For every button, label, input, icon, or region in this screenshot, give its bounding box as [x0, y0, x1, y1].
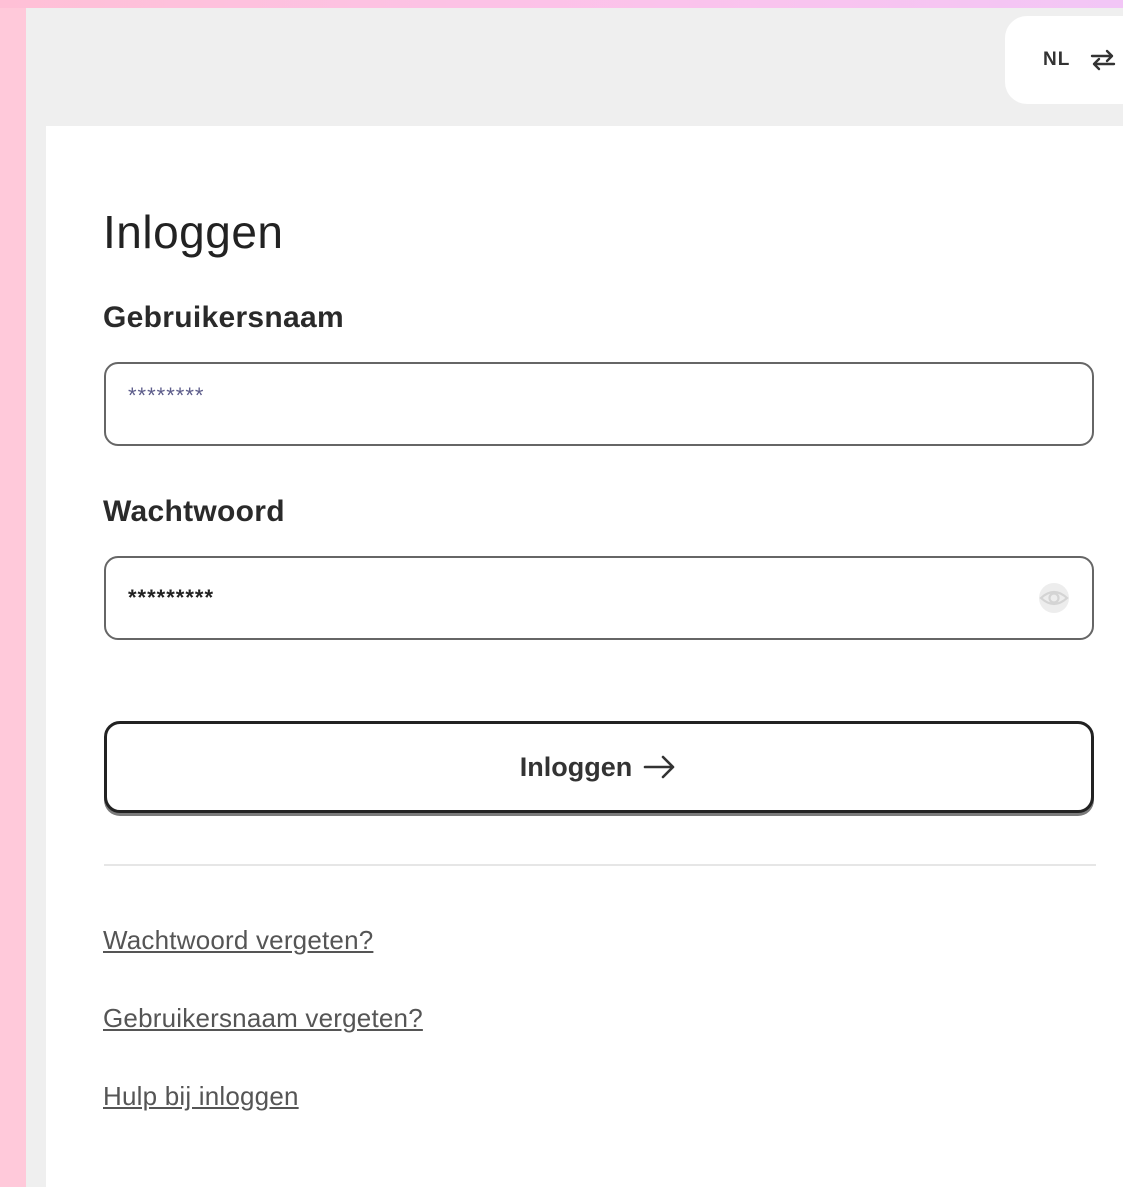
username-field[interactable] [104, 362, 1094, 446]
password-field[interactable] [104, 556, 1094, 640]
login-help-link[interactable]: Hulp bij inloggen [103, 1080, 299, 1112]
login-button-label: Inloggen [519, 751, 633, 782]
arrow-right-icon [643, 755, 675, 779]
login-card: Inloggen Gebruikersnaam Wachtwoord Inlog… [46, 126, 1123, 1187]
username-label: Gebruikersnaam [103, 301, 344, 334]
top-accent-strip [0, 0, 1123, 8]
eye-icon[interactable] [1036, 580, 1072, 616]
login-button[interactable]: Inloggen [104, 721, 1094, 813]
divider [104, 864, 1096, 866]
password-input[interactable] [128, 558, 988, 638]
username-input[interactable] [128, 364, 988, 428]
password-label: Wachtwoord [103, 495, 285, 528]
page-title: Inloggen [103, 206, 284, 258]
forgot-password-link[interactable]: Wachtwoord vergeten? [103, 924, 373, 956]
forgot-username-link[interactable]: Gebruikersnaam vergeten? [103, 1002, 423, 1034]
swap-arrows-icon [1091, 49, 1116, 71]
language-switcher[interactable]: NL [1005, 16, 1123, 104]
language-code: NL [1043, 49, 1071, 70]
